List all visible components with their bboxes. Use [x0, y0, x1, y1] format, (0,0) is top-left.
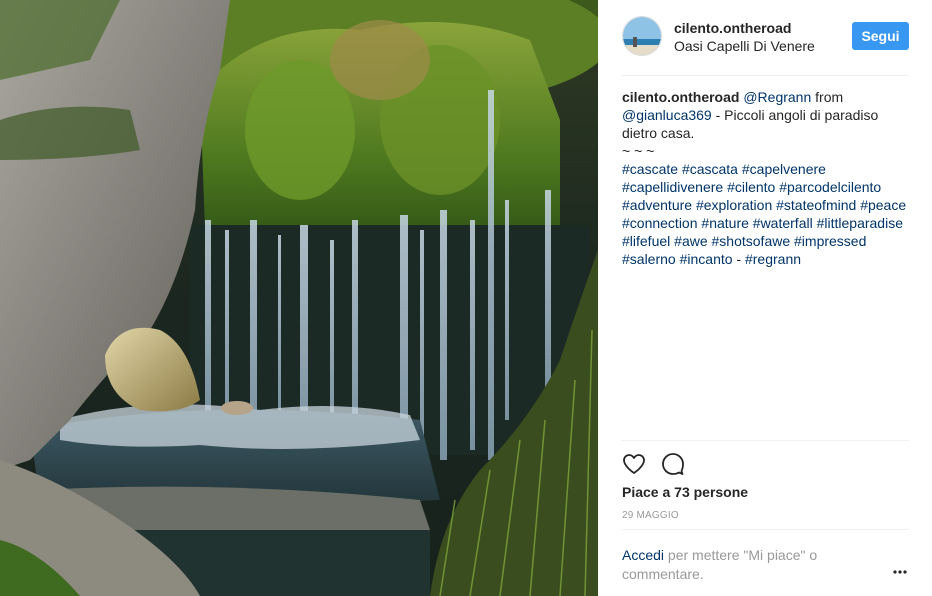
comment-bubble-icon[interactable] [661, 452, 685, 476]
post-caption: cilento.ontheroad @Regrann from @gianluc… [622, 88, 912, 268]
hashtag-link[interactable]: #lifefuel [622, 233, 670, 249]
caption-tilde: ~ ~ ~ [622, 143, 655, 159]
post-header: cilento.ontheroad Oasi Capelli Di Venere… [622, 16, 909, 74]
hashtag-link[interactable]: #exploration [696, 197, 772, 213]
caption-from: from [811, 89, 844, 105]
post-photo[interactable] [0, 0, 598, 596]
post-details-panel: cilento.ontheroad Oasi Capelli Di Venere… [598, 0, 932, 596]
hashtag-link[interactable]: #peace [860, 197, 906, 213]
hashtag-link[interactable]: #capelvenere [742, 161, 826, 177]
caption-tail-separator: - [732, 251, 745, 267]
waterfall-photo [0, 0, 598, 596]
hashtag-link[interactable]: #incanto [680, 251, 733, 267]
hashtag-link[interactable]: #connection [622, 215, 698, 231]
like-count[interactable]: Piace a 73 persone [622, 484, 748, 500]
heart-outline-icon[interactable] [622, 452, 646, 476]
divider [622, 75, 909, 76]
more-options-icon[interactable] [892, 564, 908, 580]
post-date[interactable]: 29 maggio [622, 510, 679, 521]
avatar[interactable] [622, 16, 662, 56]
hashtag-link[interactable]: #stateofmind [776, 197, 856, 213]
post-location[interactable]: Oasi Capelli Di Venere [674, 38, 815, 54]
caption-username[interactable]: cilento.ontheroad [622, 89, 739, 105]
login-prompt: Accedi per mettere "Mi piace" o commenta… [622, 546, 862, 584]
hashtag-link[interactable]: #capellidivenere [622, 179, 723, 195]
avatar-image [623, 17, 661, 55]
follow-button[interactable]: Segui [852, 22, 909, 50]
hashtag-link[interactable]: #impressed [794, 233, 866, 249]
hashtag-link[interactable]: #salerno [622, 251, 676, 267]
mention-gianluca369[interactable]: @gianluca369 [622, 107, 712, 123]
divider [622, 440, 909, 441]
hashtag-link[interactable]: #parcodelcilento [779, 179, 881, 195]
hashtag-link[interactable]: #waterfall [753, 215, 813, 231]
post-username[interactable]: cilento.ontheroad [674, 20, 791, 36]
hashtag-link[interactable]: #cilento [727, 179, 775, 195]
hashtag-link[interactable]: #cascate [622, 161, 678, 177]
mention-regrann[interactable]: @Regrann [743, 89, 811, 105]
divider [622, 529, 909, 530]
hashtag-link[interactable]: #shotsofawe [712, 233, 791, 249]
hashtag-link[interactable]: #adventure [622, 197, 692, 213]
hashtag-link[interactable]: #littleparadise [817, 215, 903, 231]
hashtag-regrann[interactable]: #regrann [745, 251, 801, 267]
login-link[interactable]: Accedi [622, 547, 664, 563]
hashtag-link[interactable]: #cascata [682, 161, 738, 177]
hashtag-link[interactable]: #nature [701, 215, 748, 231]
hashtag-link[interactable]: #awe [674, 233, 707, 249]
